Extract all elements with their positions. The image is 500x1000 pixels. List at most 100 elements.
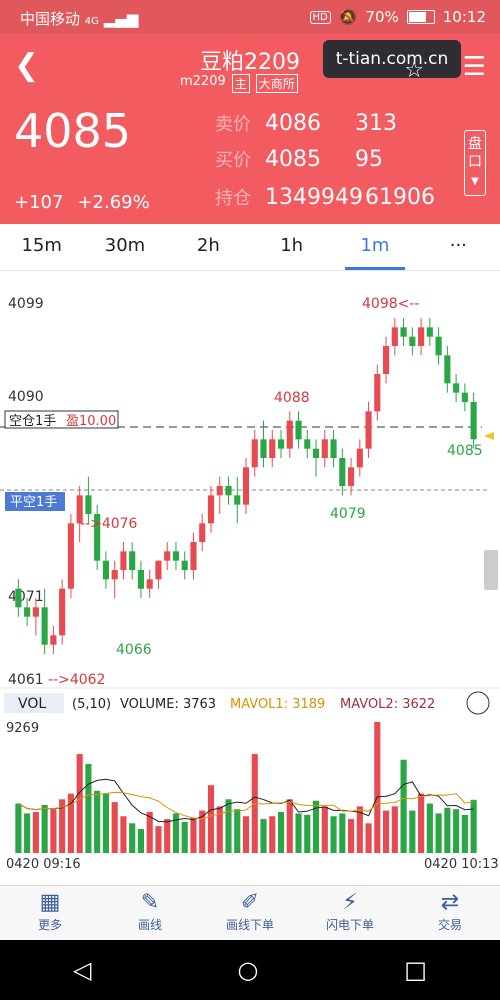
tab-1h[interactable]: 1h [250,224,333,270]
volume-bar [418,793,425,853]
y-label-4099: 4099 [8,296,44,312]
candle [374,374,381,412]
volume-bar [120,816,127,853]
candle [24,607,31,617]
tab-1m[interactable]: 1m [333,224,416,270]
change-row: +107 +2.69% [14,192,150,213]
candle [286,420,293,449]
more-tabs[interactable]: ··· [417,224,500,270]
watermark: t-tian.com.cn [323,40,461,78]
candle [444,355,451,384]
candle [339,458,346,486]
last-price: 4085 [14,104,132,158]
expand-icon [466,691,490,715]
candles-group [15,318,477,654]
draw-order-icon: ✐ [240,890,260,915]
status-bar: 中国移动 4G ▂▄▆ HD 🔕 70% 10:12 [0,0,500,34]
volume-value: VOLUME: 3763 [120,697,216,712]
ask-volume: 313 [355,111,397,136]
change-percent: +2.69% [77,192,150,213]
volume-bar [321,806,328,853]
star-icon[interactable]: ☆ [404,58,424,83]
volume-bar [41,804,48,853]
battery-percent: 70% [365,8,399,26]
carrier-label: 中国移动 [20,10,81,28]
nav-draw-order[interactable]: ✐ 画线下单 [200,886,300,941]
volume-bar [24,813,31,853]
candle [277,439,285,449]
nav-trade[interactable]: ⇄ 交易 [400,886,500,941]
candle [102,560,109,580]
volume-bar [181,821,188,853]
home-circle-icon[interactable]: ○ [237,956,258,984]
volume-bar [461,814,468,853]
volume-bar [207,785,215,853]
nav-more[interactable]: ▦ 更多 [0,886,100,941]
high-annotation: 4098<-- [362,296,419,312]
change-value: +107 [14,192,64,213]
short-position-label: 空仓1手 [9,414,56,429]
volume-bar [111,802,118,853]
kline-chart[interactable]: 4099 4090 4071 4061 空仓1手 盈10.00 平空1手 409… [0,270,500,885]
label-4079: 4079 [330,506,366,522]
back-triangle-icon[interactable]: ◁ [73,956,91,984]
candle [453,383,460,393]
candle [216,486,223,496]
menu-icon[interactable]: ☰ [463,52,486,82]
volume-bar [85,763,92,853]
tab-15m[interactable]: 15m [0,224,83,270]
current-price-marker [484,432,494,440]
candle [137,570,145,589]
volume-bar [409,810,416,853]
tab-30m[interactable]: 30m [83,224,166,270]
ask-price: 4086 [265,111,321,136]
system-nav-bar: ◁ ○ □ [0,940,500,1000]
low-annotation: -->4062 [48,672,105,688]
bid-label: 买价 [215,150,251,171]
volume-bar [129,823,136,853]
grid-icon: ▦ [39,890,61,915]
recents-square-icon[interactable]: □ [404,956,427,984]
battery-icon [406,10,435,24]
contract-code: m2209 [180,74,226,89]
candle [234,495,241,505]
candle [312,448,320,458]
volume-bar [190,817,197,853]
pankou-label: 盘口 [468,136,482,170]
volume-bar [339,813,346,853]
network-label: 4G [84,16,99,27]
y-label-4061: 4061 [8,672,44,688]
nav-flash-order[interactable]: ⚡ 闪电下单 [300,886,400,941]
period-tabs: 15m 30m 2h 1h 1m ··· [0,224,500,271]
candle [146,579,153,589]
candle [120,551,127,570]
candle [172,551,180,561]
candle [347,467,355,486]
pankou-button[interactable]: 盘口 ▼ [464,130,486,196]
mute-icon: 🔕 [338,8,358,26]
oi-label: 持仓 [215,188,251,209]
nav-draw-label: 画线 [137,918,162,932]
candle [470,402,477,440]
nav-flash-order-label: 闪电下单 [325,918,374,932]
candle [32,607,39,617]
volume-bar [67,793,74,853]
vol-max-label: 9269 [6,721,39,736]
tab-2h[interactable]: 2h [167,224,250,270]
candle [41,607,48,645]
volume-bar [304,814,311,853]
x-end-label: 0420 10:13 [424,857,499,872]
main-tag: 主 [231,74,250,93]
volume-bar [225,799,232,853]
volume-bar [286,799,293,853]
candle [461,392,468,402]
label-4085: 4085 [447,443,483,459]
bid-price: 4085 [265,147,321,172]
volume-bar [383,810,390,853]
volume-bar [94,790,101,853]
nav-draw[interactable]: ✎ 画线 [100,886,200,941]
candle [295,420,302,440]
quote-header: ❮ 豆粕2209 m2209 主 大商所 t-tian.com.cn ☆ ☰ 4… [0,34,500,224]
candle [391,327,398,346]
vol-params: (5,10) [72,697,111,712]
